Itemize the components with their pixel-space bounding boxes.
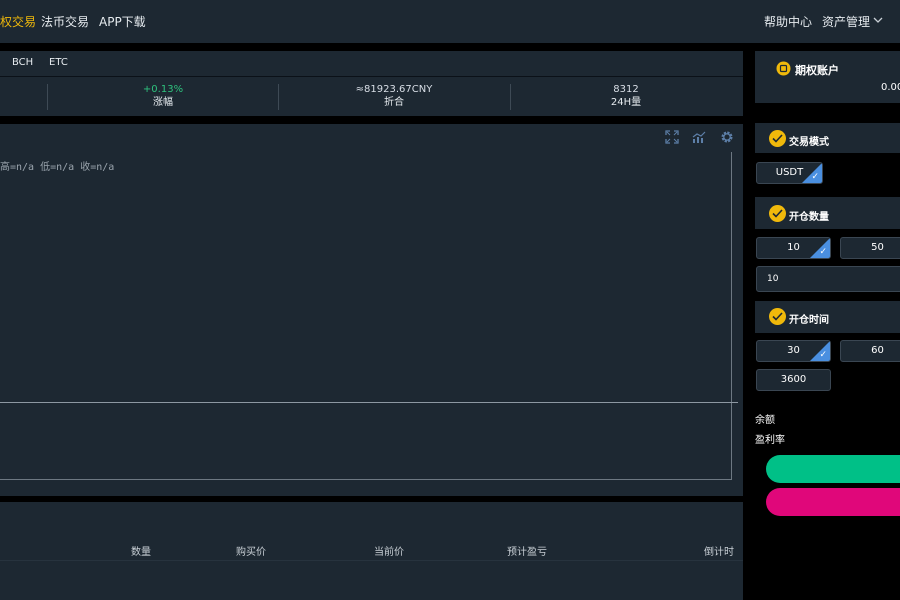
stat-equivalent-label: 折合 xyxy=(384,97,404,108)
trade-mode-title: 交易模式 xyxy=(789,137,829,148)
fullscreen-icon[interactable] xyxy=(665,130,679,144)
open-amount-option-50[interactable]: 50 xyxy=(840,237,900,259)
orders-panel: 数量 购买价 当前价 预计盈亏 倒计时 xyxy=(0,502,743,600)
option-label: USDT xyxy=(775,167,804,178)
coin-icon xyxy=(776,61,791,76)
nav-asset-management[interactable]: 资产管理 xyxy=(822,13,870,30)
stat-volume-value: 8312 xyxy=(613,84,639,95)
option-label: 50 xyxy=(871,242,884,253)
stat-equivalent: ≈81923.67CNY 折合 xyxy=(279,84,509,109)
option-label: 3600 xyxy=(780,374,807,385)
stat-volume: 8312 24H量 xyxy=(511,84,741,109)
open-amount-input[interactable]: 10 xyxy=(756,266,900,292)
balance-label: 余额 xyxy=(755,415,775,426)
settings-icon[interactable] xyxy=(720,130,734,144)
nav-app-download[interactable]: APP下载 xyxy=(99,13,146,30)
column-header-current-price: 当前价 xyxy=(374,547,404,558)
coin-tab-etc[interactable]: ETC xyxy=(49,57,68,68)
option-label: 10 xyxy=(787,242,800,253)
account-balance: 0.00 xyxy=(881,82,900,93)
trade-mode-option-usdt[interactable]: USDT ✓ xyxy=(756,162,823,184)
stat-equivalent-value: ≈81923.67CNY xyxy=(355,84,433,95)
check-icon xyxy=(769,308,786,325)
orders-header-divider xyxy=(0,560,743,561)
open-time-option-60[interactable]: 60 xyxy=(840,340,900,362)
trade-mode-header: 交易模式 xyxy=(755,123,900,153)
buy-down-button[interactable] xyxy=(766,488,900,516)
nav-option-trade[interactable]: 权交易 xyxy=(0,13,36,30)
option-label: 60 xyxy=(871,345,884,356)
chart-volume-divider xyxy=(0,402,738,403)
column-header-countdown: 倒计时 xyxy=(704,547,734,558)
option-label: 30 xyxy=(787,345,800,356)
indicator-icon[interactable] xyxy=(692,130,706,144)
open-amount-title: 开仓数量 xyxy=(789,212,829,223)
header-divider xyxy=(0,76,743,77)
open-time-title: 开仓时间 xyxy=(789,315,829,326)
nav-help-center[interactable]: 帮助中心 xyxy=(764,13,812,30)
kline-chart[interactable]: 高=n/a 低=n/a 收=n/a xyxy=(0,124,743,496)
top-navigation-bar: 权交易 法币交易 APP下载 帮助中心 资产管理 xyxy=(0,0,900,43)
option-account-title: 期权账户 xyxy=(795,64,839,77)
open-time-header: 开仓时间 xyxy=(755,301,900,333)
stat-change: +0.13% 涨幅 xyxy=(48,84,278,109)
check-icon xyxy=(769,205,786,222)
open-amount-header: 开仓数量 xyxy=(755,197,900,229)
stat-change-label: 涨幅 xyxy=(153,97,173,108)
nav-fiat-trade[interactable]: 法币交易 xyxy=(41,13,89,30)
check-icon: ✓ xyxy=(811,172,819,182)
open-time-option-30[interactable]: 30 ✓ xyxy=(756,340,831,362)
check-icon xyxy=(769,130,786,147)
open-amount-option-10[interactable]: 10 ✓ xyxy=(756,237,831,259)
option-account-panel: 期权账户 0.00 xyxy=(755,51,900,103)
open-time-option-3600[interactable]: 3600 xyxy=(756,369,831,391)
ohlc-readout: 高=n/a 低=n/a 收=n/a xyxy=(0,162,115,173)
stat-volume-label: 24H量 xyxy=(610,97,642,108)
buy-up-button[interactable] xyxy=(766,455,900,483)
check-icon: ✓ xyxy=(819,350,827,360)
chart-frame xyxy=(0,152,732,480)
stat-change-value: +0.13% xyxy=(142,84,184,95)
column-header-estimated-pnl: 预计盈亏 xyxy=(507,547,547,558)
column-header-buy-price: 购买价 xyxy=(236,547,266,558)
profit-rate-label: 盈利率 xyxy=(755,435,785,446)
column-header-quantity: 数量 xyxy=(131,547,151,558)
check-icon: ✓ xyxy=(819,247,827,257)
coin-tab-bch[interactable]: BCH xyxy=(12,57,33,68)
chevron-down-icon[interactable] xyxy=(872,14,884,26)
